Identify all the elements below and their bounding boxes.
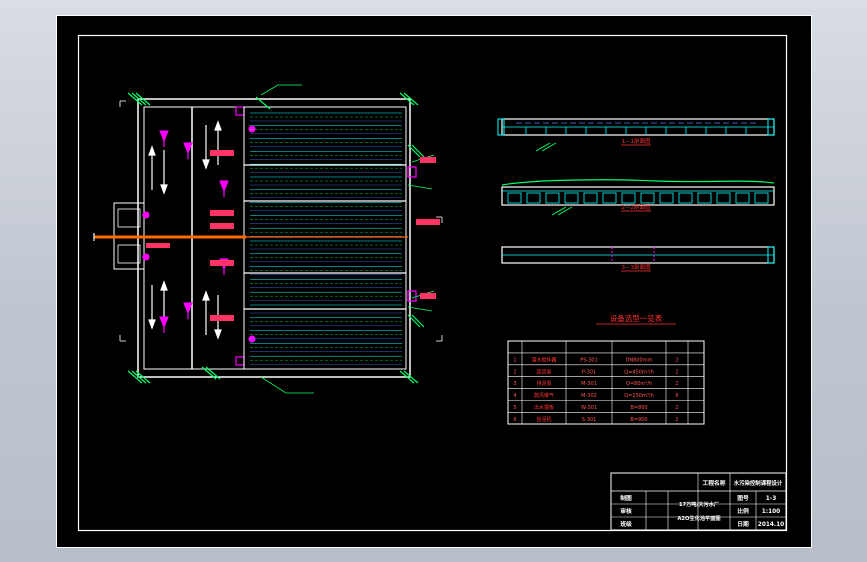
table-cell: 鼓风曝气: [534, 392, 554, 399]
table-cell: Q=250m³/h: [624, 393, 653, 399]
section-cell: [735, 192, 750, 204]
table-cell: 出水堰板: [534, 404, 554, 411]
inner-frame: [77, 34, 788, 532]
table-cell: M-301: [581, 381, 597, 387]
section-cell: [564, 192, 579, 204]
title-block-checked-by: 审核: [620, 507, 632, 515]
title-block-sheet-label: 图号: [737, 494, 749, 502]
section-cell: [640, 192, 655, 204]
section-cell: [507, 192, 522, 204]
table-cell: 3: [513, 381, 516, 387]
title-block-class: 班级: [620, 520, 632, 528]
title-block-drawing-title-1: 17万吨/天污水厂: [679, 500, 719, 508]
section-1: [497, 118, 775, 152]
table-cell: 2: [675, 381, 678, 387]
table-cell: S-301: [582, 417, 597, 423]
outer-frame: [56, 15, 812, 548]
table-cell: 排泥泵: [536, 380, 551, 387]
table-cell: 5: [513, 405, 516, 411]
title-block-scale-label: 比例: [737, 507, 749, 515]
inlet-box-lower: [117, 244, 141, 264]
diffuser-grid: [244, 112, 406, 365]
table-cell: B=900: [630, 417, 647, 423]
table-cell: 2: [675, 417, 678, 423]
table-cell: 2: [675, 369, 678, 375]
table-cell: Q=450m³/h: [624, 369, 653, 375]
table-cell: M-302: [581, 393, 597, 399]
plan-view: [93, 84, 443, 394]
section-cell: [621, 192, 636, 204]
table-cell: 6: [513, 417, 516, 423]
section-3-label: 3—3剖面图: [622, 263, 651, 271]
section-1-label: 1—1剖面图: [622, 137, 651, 145]
table-cell: B=800: [630, 405, 647, 411]
equipment-table-title: 设备选型一览表: [610, 313, 663, 323]
table-cell: 1: [513, 357, 516, 363]
section-cell: [697, 192, 712, 204]
section-cell: [583, 192, 598, 204]
title-block-project-name: 水污染控制课程设计: [734, 479, 783, 487]
title-block-project-label: 工程名称: [702, 479, 725, 487]
table-cell: 2: [513, 369, 516, 375]
section-cell: [526, 192, 541, 204]
cad-viewport: 1—1剖面图 2—2剖面图 3—3剖面图 设备选型一览表 1 潜水搅拌器 PS-…: [0, 0, 867, 562]
section-2-label: 2—2剖面图: [622, 203, 651, 211]
title-block-scale-value: 1:100: [762, 509, 780, 515]
table-cell: 2: [675, 357, 678, 363]
cad-drawing: 1—1剖面图 2—2剖面图 3—3剖面图 设备选型一览表 1 潜水搅拌器 PS-…: [56, 15, 812, 548]
title-block-sheet-value: 1-3: [766, 496, 776, 502]
title-block-drawing-title-2: A2O生化池平面图: [677, 514, 720, 522]
drawing-sheet: 1—1剖面图 2—2剖面图 3—3剖面图 设备选型一览表 1 潜水搅拌器 PS-…: [56, 15, 812, 548]
section-cell: [602, 192, 617, 204]
table-cell: Q=80m³/h: [626, 381, 652, 387]
table-cell: 2: [675, 405, 678, 411]
table-cell: 4: [513, 393, 516, 399]
table-cell: W-301: [581, 405, 597, 411]
table-cell: P-301: [582, 369, 596, 375]
section-cell: [545, 192, 560, 204]
inlet-box-upper: [117, 208, 141, 228]
table-cell: 潜水搅拌器: [531, 356, 556, 363]
table-cell: 6: [675, 393, 678, 399]
equipment-table: 1 潜水搅拌器 PS-301 DN800mm 2 2 回流泵 P-301 Q=450m³/h 2 3…: [507, 340, 705, 425]
table-cell: 刮泥机: [536, 416, 551, 423]
title-block-drawn-by: 制图: [620, 494, 632, 502]
title-block-date-label: 日期: [737, 520, 749, 528]
aerobic-zone-outline: [243, 106, 407, 370]
section-cell: [678, 192, 693, 204]
title-block-date-value: 2014.10: [758, 522, 784, 528]
table-cell: 回流泵: [536, 368, 551, 375]
section-cell: [754, 192, 769, 204]
callout-leaders: [260, 84, 435, 394]
table-cell: PS-301: [580, 357, 598, 363]
table-cell: DN800mm: [626, 357, 653, 363]
section-cell: [659, 192, 674, 204]
section-cell: [716, 192, 731, 204]
